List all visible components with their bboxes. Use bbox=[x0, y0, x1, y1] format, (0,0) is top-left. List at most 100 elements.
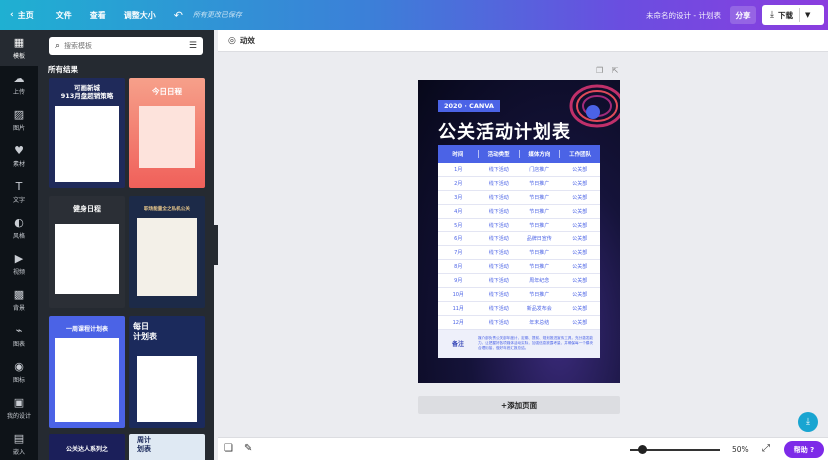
template-thumb-4[interactable]: 职场能量全之私机公关 bbox=[129, 196, 205, 308]
animate-icon[interactable]: ◎ bbox=[228, 36, 236, 46]
table-cell: 线下活动 bbox=[488, 166, 509, 173]
rail-item-8[interactable]: ⌁ 图表 bbox=[0, 318, 38, 354]
template-thumb-2[interactable]: 今日日程 bbox=[129, 78, 205, 188]
rail-item-9[interactable]: ◉ 图标 bbox=[0, 354, 38, 390]
results-title: 所有结果 bbox=[48, 65, 78, 74]
template-thumb-6[interactable]: 每日 计划表 bbox=[129, 316, 205, 428]
search-icon: ⌕ bbox=[55, 41, 61, 51]
undo-icon[interactable]: ↶ bbox=[174, 9, 183, 22]
chevron-down-icon[interactable]: ▼ bbox=[805, 11, 810, 19]
planet-graphic bbox=[569, 84, 620, 128]
table-row: 6月 线下活动 品牌日宣传 公关部 bbox=[438, 232, 600, 247]
rail-item-6[interactable]: ▶ 视频 bbox=[0, 246, 38, 282]
table-cell: 1月 bbox=[454, 166, 463, 173]
thumb-title: 健身日程 bbox=[73, 205, 101, 213]
table-cell: 周年纪念 bbox=[529, 278, 550, 285]
page-tools: ❐ ⇱ bbox=[590, 66, 618, 75]
rail-item-5[interactable]: ◐ 风格 bbox=[0, 210, 38, 246]
rail-label: 我的设计 bbox=[6, 412, 31, 420]
rail-item-11[interactable]: ▤ 嵌入 bbox=[0, 426, 38, 460]
thumb-title: 每日 计划表 bbox=[133, 322, 157, 341]
design-page[interactable]: 2020 · CANVA 公关活动计划表 时间 活动类型 媒体方向 工作团队 1月 线下… bbox=[418, 80, 620, 383]
chevron-left-icon: ‹ bbox=[10, 10, 14, 20]
table-cell: 线下活动 bbox=[488, 236, 509, 243]
rail-label: 图表 bbox=[12, 340, 25, 348]
rail-label: 模板 bbox=[12, 52, 25, 60]
table-cell: 公关部 bbox=[572, 291, 588, 298]
document-title[interactable]: 未命名的设计 - 计划表 bbox=[646, 10, 721, 21]
table-cell: 节日推广 bbox=[529, 194, 550, 201]
note-label: 备注 bbox=[451, 341, 464, 349]
editor-toolbar: ◎ 动效 bbox=[218, 30, 828, 52]
rail-item-3[interactable]: ♥ 素材 bbox=[0, 138, 38, 174]
share-button[interactable]: 分享 bbox=[730, 6, 756, 24]
table-cell: 线下活动 bbox=[488, 208, 509, 215]
rail-item-0[interactable]: ▦ 模板 bbox=[0, 30, 38, 66]
template-thumb-7[interactable]: 公关达人系列之 bbox=[49, 434, 125, 460]
rail-icon: ▩ bbox=[13, 287, 25, 301]
table-cell: 5月 bbox=[454, 222, 463, 229]
zoom-slider-handle[interactable] bbox=[638, 445, 647, 454]
template-thumb-1[interactable]: 可画新城 913月盘超销策略 bbox=[49, 78, 125, 188]
rail-icon: ◉ bbox=[14, 359, 24, 373]
search-input[interactable] bbox=[64, 42, 165, 50]
table-row: 4月 线下活动 节日推广 公关部 bbox=[438, 205, 600, 219]
table-row: 1月 线下活动 门店推广 公关部 bbox=[438, 163, 600, 177]
fullscreen-icon[interactable]: ⤢ bbox=[762, 443, 770, 454]
rail-icon: ♥ bbox=[14, 143, 24, 157]
rail-label: 上传 bbox=[12, 88, 25, 96]
zoom-level[interactable]: 50% bbox=[732, 445, 749, 454]
download-button[interactable]: ⤓ 下载 ▼ bbox=[762, 5, 824, 25]
rail-label: 视频 bbox=[12, 268, 25, 276]
table-cell: 公关部 bbox=[572, 305, 588, 312]
template-thumb-5[interactable]: 一周课程计划表 bbox=[49, 316, 125, 428]
download-icon[interactable]: ⤓ bbox=[798, 412, 818, 432]
add-page-button[interactable]: +添加页面 bbox=[418, 396, 620, 414]
file-menu[interactable]: 文件 bbox=[56, 10, 72, 21]
search-box[interactable]: ⌕ ☰ bbox=[49, 37, 203, 55]
thumb-title: 可画新城 913月盘超销策略 bbox=[60, 84, 114, 100]
table-row: 2月 线下活动 节日推广 公关部 bbox=[438, 177, 600, 191]
table-cell: 11月 bbox=[452, 305, 464, 312]
table-cell: 节日推广 bbox=[529, 291, 550, 298]
rail-icon: ▶ bbox=[14, 251, 24, 265]
rail-item-4[interactable]: T 文字 bbox=[0, 174, 38, 210]
rail-item-2[interactable]: ▨ 图片 bbox=[0, 102, 38, 138]
help-button[interactable]: 帮助 ? bbox=[784, 441, 824, 458]
rail-label: 图标 bbox=[12, 376, 25, 384]
page-count-icon[interactable]: ❏ bbox=[224, 443, 233, 454]
rail-icon: T bbox=[15, 179, 23, 193]
home-label: 主页 bbox=[17, 10, 34, 20]
table-cell: 4月 bbox=[454, 208, 463, 215]
template-thumb-3[interactable]: 健身日程 bbox=[49, 196, 125, 308]
table-cell: 公关部 bbox=[572, 250, 588, 257]
rail-label: 背景 bbox=[12, 304, 25, 312]
table-cell: 线下活动 bbox=[488, 222, 509, 229]
notes-icon[interactable]: ✎ bbox=[244, 443, 252, 454]
template-thumb-8[interactable]: 周计 划表 bbox=[129, 434, 205, 460]
rail-icon: ▦ bbox=[13, 35, 25, 49]
table-header: 时间 活动类型 媒体方向 工作团队 bbox=[438, 145, 600, 163]
resize-menu[interactable]: 调整大小 bbox=[124, 10, 156, 21]
view-menu[interactable]: 查看 bbox=[90, 10, 106, 21]
rail-label: 嵌入 bbox=[12, 448, 25, 456]
rail-label: 风格 bbox=[12, 232, 25, 240]
filter-icon[interactable]: ☰ bbox=[189, 41, 197, 51]
duplicate-page-icon[interactable]: ❐ bbox=[596, 66, 603, 75]
rail-item-1[interactable]: ☁ 上传 bbox=[0, 66, 38, 102]
add-page-icon[interactable]: ⇱ bbox=[612, 66, 619, 75]
table-cell: 9月 bbox=[454, 278, 463, 285]
table-cell: 线下活动 bbox=[488, 180, 509, 187]
rail-item-10[interactable]: ▣ 我的设计 bbox=[0, 390, 38, 426]
animate-button[interactable]: 动效 bbox=[240, 35, 255, 46]
thumb-title: 一周课程计划表 bbox=[65, 326, 108, 333]
table-row: 3月 线下活动 节日推广 公关部 bbox=[438, 191, 600, 205]
rail-item-7[interactable]: ▩ 背景 bbox=[0, 282, 38, 318]
table-cell: 节日推广 bbox=[529, 222, 550, 229]
home-button[interactable]: ‹ 主页 bbox=[10, 10, 34, 21]
table-cell: 公关部 bbox=[572, 319, 588, 326]
table-cell: 公关部 bbox=[572, 208, 588, 215]
table-cell: 公关部 bbox=[572, 236, 588, 243]
table-row: 10月 线下活动 节日推广 公关部 bbox=[438, 288, 600, 302]
table-cell: 公关部 bbox=[572, 278, 588, 285]
